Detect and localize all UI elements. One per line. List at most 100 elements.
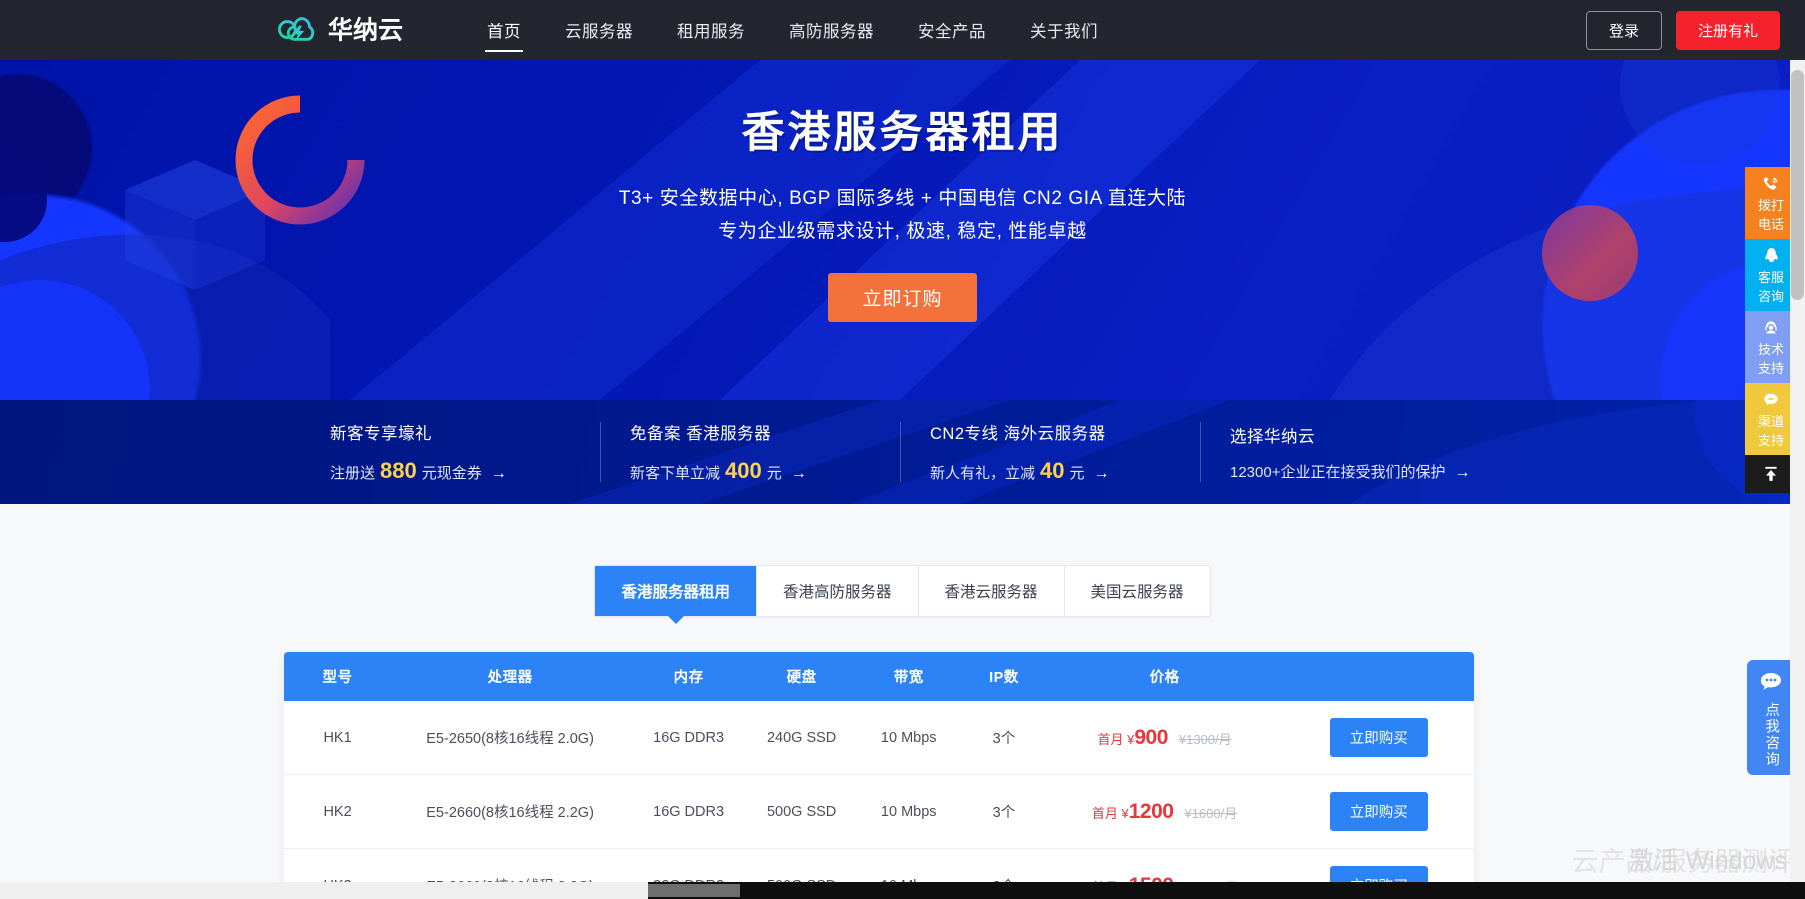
th-bandwidth: 带宽 [855,652,963,701]
cell-action: 立即购买 [1283,774,1474,849]
nav-item-cloud-server[interactable]: 云服务器 [543,0,655,60]
tab-label: 香港高防服务器 [782,584,892,601]
promo-bar: 新客专享壕礼 注册送 880 元现金券 → 免备案 香港服务器 新客下单立减 4… [0,400,1805,504]
promo-item-cn2-overseas[interactable]: CN2专线 海外云服务器 新人有礼，立减 40 元 → [900,400,1200,504]
register-button[interactable]: 注册有礼 [1675,10,1780,50]
arrow-right-icon: → [790,465,807,482]
th-ip: IP数 [962,652,1046,701]
vertical-scrollbar[interactable] [1790,60,1805,899]
nav-item-rental-service[interactable]: 租用服务 [655,0,767,60]
hero-order-now-button[interactable]: 立即订购 [828,272,977,322]
chat-bubble-icon [1760,389,1782,411]
buy-now-button[interactable]: 立即购买 [1329,718,1428,757]
arrow-right-icon: → [1454,463,1471,481]
tabs-group: 香港服务器租用 香港高防服务器 香港云服务器 美国云服务器 [594,565,1211,617]
sidebar-label-top: 渠道 [1757,413,1784,429]
nav-actions: 登录 注册有礼 [1585,0,1780,60]
promo-title: 选择华纳云 [1230,427,1315,446]
nav-item-gaofang-server[interactable]: 高防服务器 [767,0,896,60]
price-current: 900 [1134,725,1168,749]
table-row: HK1 E5-2650(8核16线程 2.0G) 16G DDR3 240G S… [284,701,1474,775]
tab-hk-gaofang-server[interactable]: 香港高防服务器 [756,566,919,616]
cell-disk: 240G SSD [748,701,856,775]
promo-post: 元现金券 [421,465,482,482]
tab-label: 美国云服务器 [1090,584,1184,601]
hero-subtitle-line2: 专为企业级需求设计, 极速, 稳定, 性能卓越 [718,221,1087,243]
nav-item-about-us[interactable]: 关于我们 [1008,0,1120,60]
promo-desc: 新人有礼，立减 40 元 → [930,458,1200,484]
table-head: 型号 处理器 内存 硬盘 带宽 IP数 价格 [284,652,1474,701]
cell-cpu: E5-2650(8核16线程 2.0G) [391,701,630,775]
promo-item-hk-no-icp[interactable]: 免备案 香港服务器 新客下单立减 400 元 → [600,400,900,504]
sidebar-label-bottom: 咨询 [1757,289,1784,304]
nav-label: 关于我们 [1030,23,1098,41]
table-row: HK2 E5-2660(8核16线程 2.2G) 16G DDR3 500G S… [284,774,1474,849]
headset-icon [1760,317,1782,339]
sidebar-label-bottom: 支持 [1757,361,1784,376]
page-root: 华纳云 首页 云服务器 租用服务 高防服务器 安全产品 关于我们 登录 注册有礼 [0,0,1805,899]
login-button[interactable]: 登录 [1585,10,1662,50]
th-disk: 硬盘 [748,652,856,701]
sidebar-label-top: 拨打 [1757,197,1784,213]
site-logo[interactable]: 华纳云 [275,8,428,52]
sidebar-label-top: 客服 [1757,269,1784,285]
price-prefix: 首月 ¥ [1097,731,1135,747]
price-original: ¥1600/月 [1184,805,1238,821]
horizontal-scrollbar-track[interactable] [0,882,648,899]
nav-label: 安全产品 [918,23,986,41]
product-tabs: 香港服务器租用 香港高防服务器 香港云服务器 美国云服务器 [0,565,1805,617]
th-cpu: 处理器 [391,652,630,701]
top-navbar: 华纳云 首页 云服务器 租用服务 高防服务器 安全产品 关于我们 登录 注册有礼 [0,0,1805,60]
nav-links: 首页 云服务器 租用服务 高防服务器 安全产品 关于我们 [465,0,1120,60]
nav-label: 首页 [487,23,521,41]
logo-wordmark-text: 华纳云 [328,15,403,44]
watermark-activate-windows: 激活 Windows [1628,847,1787,875]
hero-subtitle-line1: T3+ 安全数据中心, BGP 国际多线 + 中国电信 CN2 GIA 直连大陆 [618,188,1187,209]
sidebar-label-top: 技术 [1757,341,1784,357]
table-header-row: 型号 处理器 内存 硬盘 带宽 IP数 价格 [284,652,1474,701]
th-ram: 内存 [629,652,749,701]
cell-bandwidth: 10 Mbps [855,774,963,849]
arrow-right-icon: → [490,465,507,482]
tab-us-cloud-server[interactable]: 美国云服务器 [1064,566,1210,616]
sidebar-label-bottom: 支持 [1757,433,1784,448]
nav-label: 高防服务器 [789,23,874,41]
buy-now-button[interactable]: 立即购买 [1329,792,1428,831]
cell-action: 立即购买 [1283,701,1474,775]
promo-title: 免备案 香港服务器 [630,425,772,443]
th-model: 型号 [284,652,392,701]
price-prefix: 首月 ¥ [1091,805,1129,821]
price-current: 1200 [1128,799,1174,823]
cell-bandwidth: 10 Mbps [855,701,963,775]
promo-item-choose-us[interactable]: 选择华纳云 12300+企业正在接受我们的保护 → [1200,400,1500,504]
promo-title: CN2专线 海外云服务器 [930,425,1106,443]
horizontal-scrollbar-thumb[interactable] [648,884,740,897]
cell-price: 首月 ¥1200 ¥1600/月 [1045,774,1284,849]
promo-pre: 注册送 [330,465,376,482]
cell-disk: 500G SSD [748,774,856,849]
tab-hk-cloud-server[interactable]: 香港云服务器 [918,566,1065,616]
promo-desc: 12300+企业正在接受我们的保护 → [1230,461,1500,482]
chat-consult-widget[interactable]: 点我咨询 [1747,660,1795,775]
vertical-scrollbar-thumb[interactable] [1791,70,1804,300]
cell-ip: 3个 [962,701,1046,775]
promo-pre: 新人有礼，立减 [930,465,1036,482]
cloud-logo-icon [278,17,315,42]
tab-label: 香港云服务器 [944,584,1038,601]
nav-item-security-products[interactable]: 安全产品 [896,0,1008,60]
sidebar-label-bottom: 电话 [1757,217,1784,232]
nav-item-home[interactable]: 首页 [465,0,543,60]
promo-pre: 新客下单立减 [630,465,721,482]
cell-ram: 16G DDR3 [629,701,749,775]
hero-subtitle: T3+ 安全数据中心, BGP 国际多线 + 中国电信 CN2 GIA 直连大陆… [0,182,1805,249]
promo-post: 元 [1069,465,1085,482]
phone-icon [1760,173,1782,195]
nav-label: 租用服务 [677,23,745,41]
th-action [1283,652,1474,701]
tab-hk-server-rental[interactable]: 香港服务器租用 [595,566,757,616]
cell-price: 首月 ¥900 ¥1300/月 [1045,701,1284,775]
promo-amount: 40 [1040,458,1065,483]
promo-item-newcomer-gift[interactable]: 新客专享壕礼 注册送 880 元现金券 → [300,400,600,504]
promo-post: 12300+企业正在接受我们的保护 [1230,463,1446,481]
horizontal-scrollbar[interactable] [0,882,1805,899]
